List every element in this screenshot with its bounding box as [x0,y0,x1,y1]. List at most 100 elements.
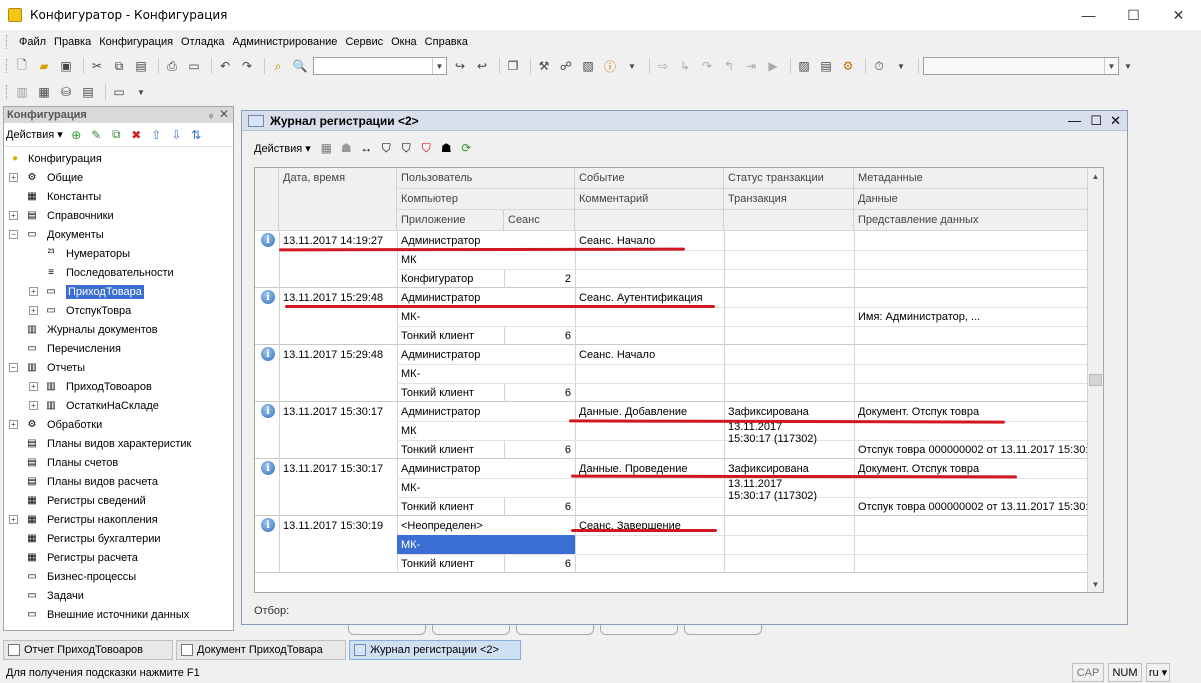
table-row[interactable]: i 13.11.2017 15:29:48 Администратор МК- Тонк… [255,345,1103,402]
chevron-down-icon[interactable]: ▼ [623,57,641,75]
filter-by-value-icon[interactable]: ⛉ [399,141,414,156]
database-icon[interactable]: ⛁ [57,83,75,101]
cell-app[interactable]: Тонкий клиент [397,554,504,573]
tab-report[interactable]: Отчет ПриходТовоаров [3,640,173,660]
cell-user[interactable]: <Неопределен> [397,516,575,535]
cell-data[interactable] [854,535,1103,554]
debug-into-icon[interactable]: ↳ [676,57,694,75]
debug-step-icon[interactable]: ⇨ [654,57,672,75]
properties-icon[interactable]: ▥ [13,83,31,101]
clear-filter-icon[interactable]: ⛉ [419,141,434,156]
col-event[interactable]: Событие [575,168,724,189]
cell-computer[interactable]: МК [397,421,575,440]
tree-item[interactable]: ▦ Константы [4,187,233,206]
cell-user[interactable]: Администратор [397,402,575,421]
cell-event[interactable]: Данные. Добавление [575,402,724,421]
save-icon[interactable]: ▣ [57,57,75,75]
tree-item[interactable]: + ⚙ Обработки [4,415,233,434]
cell-tstatus[interactable] [724,516,854,535]
close-button[interactable]: ✕ [1156,0,1201,30]
undo-icon[interactable]: ↶ [216,57,234,75]
minimize-button[interactable]: — [1068,113,1081,128]
tree-item[interactable]: ▦ Регистры сведений [4,491,233,510]
find-in-icon[interactable]: ⌕ [269,57,287,75]
cell-date[interactable]: 13.11.2017 15:30:17 [279,459,397,478]
cell-app[interactable]: Тонкий клиент [397,440,504,459]
tab-journal[interactable]: Журнал регистрации <2> [349,640,521,660]
collapse-icon[interactable]: − [9,230,18,239]
cell-user[interactable]: Администратор [397,459,575,478]
syntax-helper-icon[interactable]: ☍ [557,57,575,75]
maximize-button[interactable]: ☐ [1090,113,1102,129]
col-transaction[interactable]: Транзакция [724,189,854,210]
maximize-button[interactable]: ☐ [1111,0,1156,30]
debug-continue-icon[interactable]: ⇥ [742,57,760,75]
tree-item[interactable]: ▤ Планы счетов [4,453,233,472]
chevron-down-icon[interactable]: ▼ [1119,57,1137,75]
tree-item[interactable]: ▭ Внешние источники данных [4,605,233,624]
cell-metadata[interactable] [854,345,1103,364]
cell-session[interactable]: 6 [504,554,575,573]
cell-tstatus[interactable] [724,288,854,307]
cell-computer[interactable]: МК- [397,307,575,326]
tree-item[interactable]: ▤ Планы видов характеристик [4,434,233,453]
debug-out-icon[interactable]: ↰ [720,57,738,75]
minimize-button[interactable]: — [1066,0,1111,30]
assistant-icon[interactable]: ▧ [579,57,597,75]
window-icon[interactable]: ❐ [504,57,522,75]
cell-tstatus[interactable] [724,231,854,250]
cell-date[interactable]: 13.11.2017 14:19:27 [279,231,397,250]
col-metadata[interactable]: Метаданные [854,168,1103,189]
clock-icon[interactable]: ⏱ [870,57,888,75]
menu-file[interactable]: Файл [15,36,50,48]
cell-transaction[interactable] [724,364,824,390]
new-icon[interactable]: 🗋 [13,57,31,75]
cell-computer[interactable]: МК- [397,478,575,497]
cell-metadata[interactable]: Документ. Отспук товра [854,402,1103,421]
user-icon[interactable]: ☗ [339,141,354,156]
redo-icon[interactable]: ↷ [238,57,256,75]
close-icon[interactable]: ✕ [219,107,229,121]
refresh-icon[interactable]: ⟳ [459,141,474,156]
cell-event[interactable]: Сеанс. Начало [575,345,724,364]
tree-item[interactable]: ²³ Нумераторы [4,244,233,263]
close-button[interactable]: ✕ [1110,113,1121,129]
menu-debug[interactable]: Отладка [177,36,228,48]
cell-session[interactable]: 6 [504,326,575,345]
copy-icon[interactable]: ⧉ [110,57,128,75]
cell-data[interactable] [854,364,1103,383]
col-app[interactable]: Приложение [397,210,504,231]
cell-computer[interactable]: МК- [397,364,575,383]
tree-item[interactable]: ▤ Планы видов расчета [4,472,233,491]
delete-icon[interactable]: ✖ [129,127,144,142]
tree-item[interactable]: ▦ Регистры расчета [4,548,233,567]
collapse-icon[interactable]: − [9,363,18,372]
expand-icon[interactable]: + [29,401,38,410]
move-up-icon[interactable]: ⇧ [149,127,164,142]
cell-date[interactable]: 13.11.2017 15:29:48 [279,345,397,364]
search-combo[interactable]: ▼ [313,57,447,75]
settings-icon[interactable]: ⚙ [839,57,857,75]
table-icon[interactable]: ▦ [35,83,53,101]
cell-tstatus[interactable] [724,345,854,364]
cell-transaction[interactable] [724,250,824,276]
expand-icon[interactable]: + [29,306,38,315]
expand-icon[interactable]: + [9,173,18,182]
preview-icon[interactable]: ▭ [185,57,203,75]
cell-data[interactable]: Отспук товра 000000002 от 13.11.2017 15:… [854,440,1103,459]
cell-computer[interactable]: МК [397,250,575,269]
cell-tstatus[interactable]: Зафиксирована [724,402,854,421]
cell-session[interactable]: 6 [504,383,575,402]
col-user[interactable]: Пользователь [397,168,575,189]
menu-windows[interactable]: Окна [387,36,421,48]
tree-item[interactable]: ≡ Последовательности [4,263,233,282]
tree-item[interactable]: + ▦ Регистры накопления [4,510,233,529]
module-combo[interactable]: ▼ [923,57,1119,75]
expand-icon[interactable]: + [29,382,38,391]
interval-icon[interactable]: ↔ [359,141,374,156]
form-icon[interactable]: ▤ [79,83,97,101]
cell-app[interactable]: Тонкий клиент [397,497,504,516]
col-computer[interactable]: Компьютер [397,189,575,210]
cell-app[interactable]: Тонкий клиент [397,383,504,402]
cell-user[interactable]: Администратор [397,345,575,364]
